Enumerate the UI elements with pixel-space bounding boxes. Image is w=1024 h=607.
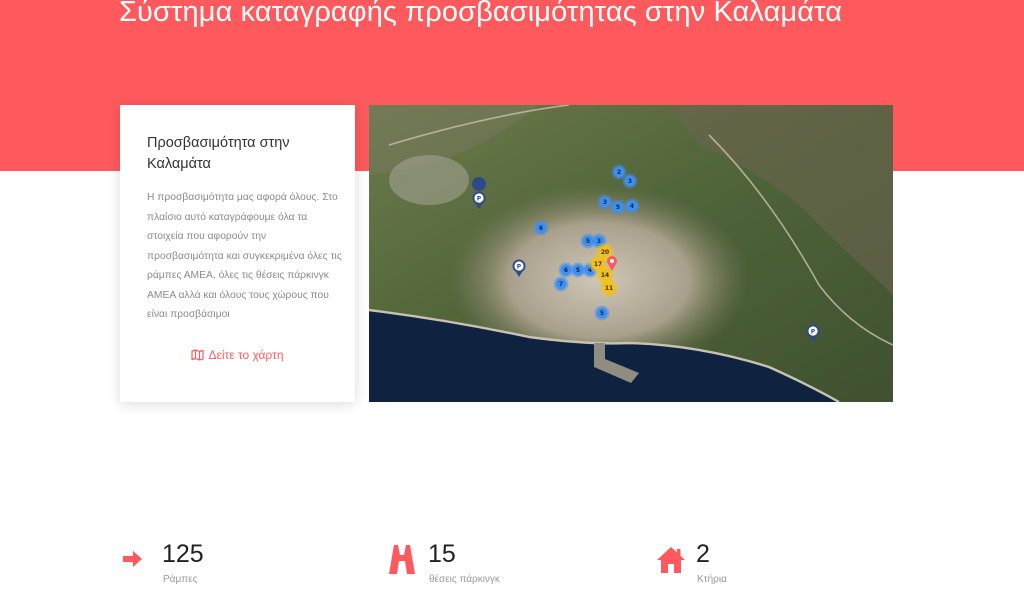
marker-cluster-label: 5 [600,310,604,317]
marker-cluster-label: 20 [601,249,609,256]
marker-cluster[interactable]: 5 [594,305,610,321]
home-icon [656,543,686,580]
road-icon [388,543,416,580]
marker-cluster-label: 14 [601,272,609,279]
satellite-map[interactable]: P P P 2 3 3 5 4 6 5 3 6 5 4 7 5 20 17 14 11 [369,105,893,402]
map-canvas[interactable]: P P P 2335 465 36 5 47520171411 [369,105,893,402]
card-title: Προσβασιμότητα στην Καλαμάτα [147,135,290,172]
marker-cluster-label: 3 [603,199,607,206]
view-map-link[interactable]: Δείτε το χάρτη [120,348,355,364]
marker-cluster[interactable]: 3 [622,173,638,189]
marker-cluster-label: 5 [576,267,580,274]
map-industrial-area [389,155,469,205]
stat-buildings-value: 2 [696,540,710,568]
stat-parking-label: θέσεις πάρκινγκ [429,574,500,585]
marker-cluster-label: 3 [597,238,601,245]
marker-cluster-label: 5 [586,238,590,245]
info-card: Προσβασιμότητα στην Καλαμάτα Η προσβασιμ… [120,105,355,402]
marker-cluster[interactable]: 11 [600,279,618,297]
marker-cluster[interactable]: 5 [610,199,626,215]
marker-cluster[interactable]: 6 [533,220,549,236]
stat-buildings: 2 Κτήρια [656,540,856,593]
parking-marker-label: P [477,196,482,203]
marker-cluster-label: 6 [564,267,568,274]
map-icon [191,349,205,364]
parking-marker-label: P [517,264,522,271]
stat-parking: 15 θέσεις πάρκινγκ [388,540,588,593]
marker-cluster[interactable]: 4 [624,198,640,214]
marker-cluster-label: 2 [617,169,621,176]
marker-cluster-label: 4 [630,203,634,210]
marker-cluster-label: 3 [628,178,632,185]
view-map-label: Δείτε το χάρτη [208,348,284,362]
stat-parking-value: 15 [428,540,456,568]
stat-ramps-value: 125 [162,540,204,568]
marker-cluster-label: 17 [594,261,602,268]
card-description: Η προσβασιμότητα μας αφορά όλους. Στο πλ… [147,192,342,320]
stat-ramps: 125 Ράμπες [122,540,322,593]
marker-cluster[interactable]: 3 [597,194,613,210]
marker-cluster-label: 5 [616,204,620,211]
stat-ramps-label: Ράμπες [163,574,198,585]
marker-cluster[interactable]: 7 [553,276,569,292]
marker-cluster-label: 7 [559,281,563,288]
parking-marker-label: P [811,329,816,336]
page-title: Σύστημα καταγραφής προσβασιμότητας στην … [119,0,843,28]
marker-cluster-label: 11 [605,285,613,292]
marker-cluster-label: 6 [539,225,543,232]
stat-buildings-label: Κτήρια [697,574,727,585]
arrow-right-icon [122,543,144,578]
